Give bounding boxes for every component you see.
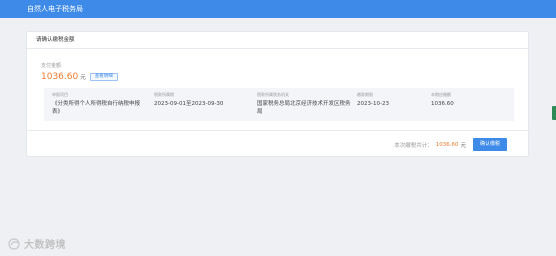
pay-amount-row: 1036.60 元 查看明细 [41,71,118,82]
side-tab[interactable] [552,106,556,120]
payment-confirm-card: 请确认缴税金额 支付金额 1036.60 元 查看明细 申报项目 《分类所得个人… [26,31,530,157]
app-title: 自然人电子税务局 [27,5,83,13]
table-cell: 2023-09-01至2023-09-30 [154,101,224,107]
column-header: 缴款期限 [357,92,373,97]
col-declaration-item: 申报项目 《分类所得个人所得税自行纳税申报表》 [52,91,148,116]
summary-amount: 1036.60 [435,142,459,148]
logo-icon [8,237,20,250]
watermark-text: 大数跨境 [24,240,66,251]
column-header: 本期应缴额 [431,92,451,97]
tax-detail-table: 申报项目 《分类所得个人所得税自行纳税申报表》 税款所属期 2023-09-01… [44,88,514,121]
table-cell: 国家税务总局北京经济技术开发区税务局 [257,101,351,115]
column-header: 税款所属期 [154,92,174,97]
column-header: 税款所属税务机关 [257,92,289,97]
pay-amount-value: 1036.60 [41,71,79,82]
col-tax-period: 税款所属期 2023-09-01至2023-09-30 [154,91,254,108]
summary-unit: 元 [460,143,466,149]
pay-amount-unit: 元 [80,74,86,81]
col-tax-authority: 税款所属税务机关 国家税务总局北京经济技术开发区税务局 [257,91,353,116]
table-cell: 1036.60 [431,101,454,107]
summary-label: 本次缴税共计： [394,143,433,149]
col-payment-deadline: 缴款期限 2023-10-23 [357,91,427,108]
table-cell: 2023-10-23 [357,101,389,107]
view-detail-button[interactable]: 查看明细 [89,72,118,81]
col-amount-due: 本期应缴额 1036.60 [431,91,501,108]
table-cell: 《分类所得个人所得税自行纳税申报表》 [52,101,141,115]
divider [27,130,530,131]
payment-summary: 本次缴税共计： 1036.60 元 [394,141,466,149]
watermark: 大数跨境 [8,236,66,251]
confirm-payment-button[interactable]: 确认缴税 [473,138,507,151]
app-header: 自然人电子税务局 [0,0,556,18]
pay-amount-label: 支付金额 [41,63,62,69]
card-title: 请确认缴税金额 [27,32,528,49]
column-header: 申报项目 [52,92,68,97]
